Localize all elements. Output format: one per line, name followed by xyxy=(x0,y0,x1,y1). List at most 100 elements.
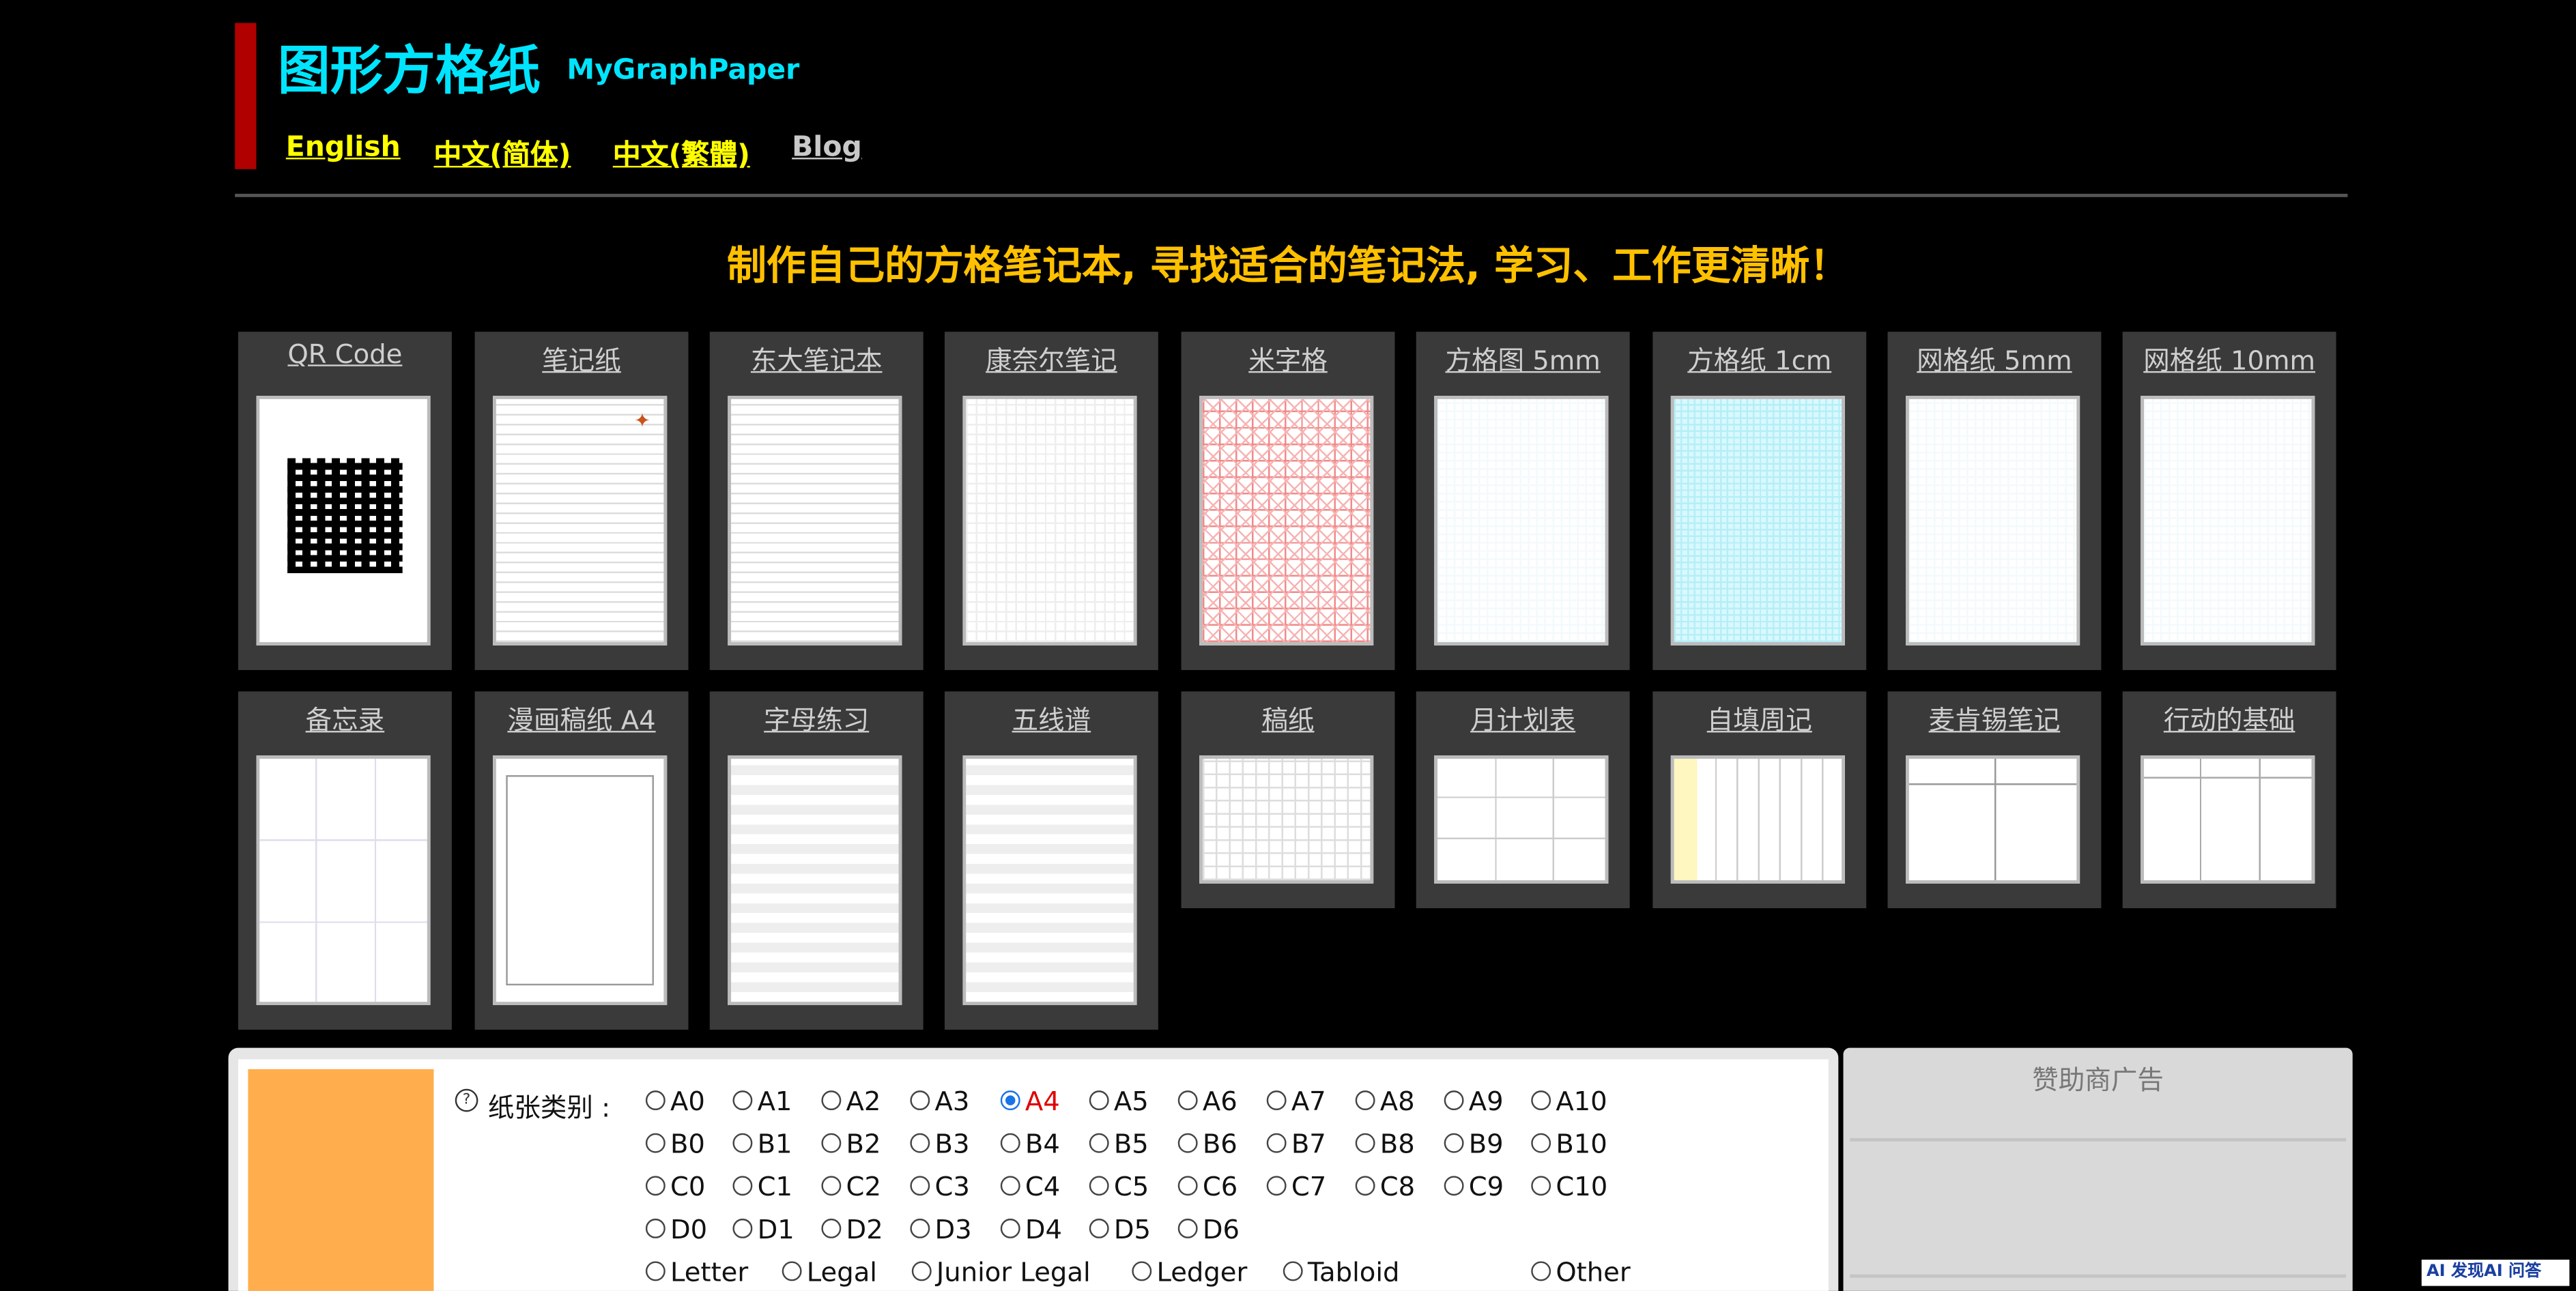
paper-size-option[interactable]: D2 xyxy=(821,1214,883,1245)
template-thumbnail[interactable] xyxy=(1670,755,1845,884)
paper-size-option[interactable]: A2 xyxy=(821,1086,881,1117)
site-subtitle[interactable]: MyGraphPaper xyxy=(567,54,799,87)
template-card[interactable]: 自填周记 xyxy=(1652,691,1867,909)
paper-size-option[interactable]: A6 xyxy=(1177,1086,1237,1117)
radio-button[interactable] xyxy=(1531,1089,1551,1109)
template-thumbnail[interactable] xyxy=(1434,755,1609,884)
template-thumbnail[interactable] xyxy=(1434,396,1609,646)
paper-size-option[interactable]: C0 xyxy=(645,1171,705,1202)
template-card[interactable]: 备忘录 xyxy=(238,691,452,1030)
template-card-label[interactable]: 网格纸 10mm xyxy=(2123,338,2336,378)
radio-button[interactable] xyxy=(732,1089,753,1109)
template-card-label[interactable]: 稿纸 xyxy=(1182,698,1395,738)
template-card[interactable]: 康奈尔笔记 xyxy=(944,332,1158,671)
template-thumbnail[interactable] xyxy=(2141,755,2315,884)
template-card[interactable]: 米字格 xyxy=(1181,332,1395,671)
nav-english[interactable]: English xyxy=(286,132,401,164)
template-card-label[interactable]: 月计划表 xyxy=(1416,698,1630,738)
radio-button[interactable] xyxy=(821,1217,842,1238)
radio-button[interactable] xyxy=(1444,1132,1464,1152)
radio-button[interactable] xyxy=(1283,1260,1303,1281)
radio-button[interactable] xyxy=(910,1132,930,1152)
question-circle-icon[interactable]: ? xyxy=(455,1088,478,1112)
paper-size-option[interactable]: B4 xyxy=(1000,1129,1060,1159)
radio-button[interactable] xyxy=(645,1089,666,1109)
paper-size-option[interactable]: A3 xyxy=(910,1086,969,1117)
radio-button[interactable] xyxy=(910,1175,930,1195)
paper-size-option[interactable]: C9 xyxy=(1444,1171,1504,1202)
radio-button[interactable] xyxy=(910,1089,930,1109)
radio-button[interactable] xyxy=(1089,1217,1109,1238)
template-card[interactable]: 网格纸 10mm xyxy=(2122,332,2336,671)
radio-button[interactable] xyxy=(1531,1132,1551,1152)
paper-size-option[interactable]: C6 xyxy=(1177,1171,1237,1202)
template-card[interactable]: 行动的基础 xyxy=(2122,691,2336,909)
paper-size-option[interactable]: B1 xyxy=(732,1129,792,1159)
paper-size-option[interactable]: D5 xyxy=(1089,1214,1151,1245)
radio-button[interactable] xyxy=(911,1260,932,1281)
radio-button[interactable] xyxy=(1266,1089,1287,1109)
template-card-label[interactable]: 备忘录 xyxy=(238,698,452,738)
template-card-label[interactable]: 五线谱 xyxy=(945,698,1158,738)
template-thumbnail[interactable] xyxy=(1199,396,1374,646)
template-card[interactable]: 方格纸 1cm xyxy=(1652,332,1867,671)
template-thumbnail[interactable] xyxy=(962,396,1137,646)
radio-button[interactable] xyxy=(1531,1260,1551,1281)
paper-size-option[interactable]: D3 xyxy=(910,1214,972,1245)
template-thumbnail[interactable] xyxy=(1670,396,1845,646)
radio-button[interactable] xyxy=(1089,1089,1109,1109)
template-card[interactable]: 漫画稿纸 A4 xyxy=(474,691,689,1030)
template-thumbnail[interactable] xyxy=(2141,396,2315,646)
template-card[interactable]: 月计划表 xyxy=(1416,691,1630,909)
template-card-label[interactable]: 字母练习 xyxy=(710,698,924,738)
radio-button[interactable] xyxy=(1000,1217,1020,1238)
paper-size-option[interactable]: C5 xyxy=(1089,1171,1149,1202)
template-card-label[interactable]: 东大笔记本 xyxy=(710,338,924,378)
paper-size-option[interactable]: A10 xyxy=(1531,1086,1607,1117)
radio-button[interactable] xyxy=(821,1175,842,1195)
paper-size-option[interactable]: Ledger xyxy=(1132,1256,1247,1288)
template-card-label[interactable]: 网格纸 5mm xyxy=(1888,338,2102,378)
radio-button[interactable] xyxy=(1000,1175,1020,1195)
radio-button[interactable] xyxy=(821,1132,842,1152)
paper-size-option[interactable]: B5 xyxy=(1089,1129,1149,1159)
radio-button[interactable] xyxy=(1355,1132,1375,1152)
template-thumbnail[interactable]: ✦ xyxy=(493,396,668,646)
paper-size-option[interactable]: A9 xyxy=(1444,1086,1504,1117)
paper-size-option[interactable]: A5 xyxy=(1089,1086,1149,1117)
template-card[interactable]: QR Code xyxy=(238,332,452,671)
radio-button[interactable] xyxy=(1089,1175,1109,1195)
radio-button[interactable] xyxy=(1266,1132,1287,1152)
paper-size-option[interactable]: A4 xyxy=(1000,1086,1060,1117)
radio-button[interactable] xyxy=(910,1217,930,1238)
paper-size-option[interactable]: B9 xyxy=(1444,1129,1504,1159)
template-card-label[interactable]: QR Code xyxy=(238,338,452,370)
paper-size-option[interactable]: Other xyxy=(1531,1256,1631,1288)
paper-size-option[interactable]: D1 xyxy=(732,1214,795,1245)
radio-button[interactable] xyxy=(1177,1132,1198,1152)
radio-button[interactable] xyxy=(732,1132,753,1152)
template-thumbnail[interactable] xyxy=(256,396,431,646)
paper-size-option[interactable]: C4 xyxy=(1000,1171,1060,1202)
template-card[interactable]: 网格纸 5mm xyxy=(1887,332,2102,671)
paper-size-option[interactable]: Junior Legal xyxy=(911,1256,1091,1288)
template-thumbnail[interactable] xyxy=(1905,396,2080,646)
paper-size-option[interactable]: B6 xyxy=(1177,1129,1237,1159)
template-thumbnail[interactable] xyxy=(962,755,1137,1006)
radio-button[interactable] xyxy=(1177,1089,1198,1109)
template-card-label[interactable]: 笔记纸 xyxy=(475,338,689,378)
template-thumbnail[interactable] xyxy=(1905,755,2080,884)
paper-size-option[interactable]: B7 xyxy=(1266,1129,1326,1159)
radio-button[interactable] xyxy=(1444,1089,1464,1109)
radio-button[interactable] xyxy=(1177,1217,1198,1238)
ai-badge[interactable]: AI 发现AI 问答 xyxy=(2421,1260,2570,1286)
radio-button[interactable] xyxy=(1089,1132,1109,1152)
template-thumbnail[interactable] xyxy=(256,755,431,1006)
template-card-label[interactable]: 行动的基础 xyxy=(2123,698,2336,738)
paper-size-option[interactable]: Letter xyxy=(645,1256,748,1288)
template-thumbnail[interactable] xyxy=(493,755,668,1006)
paper-size-option[interactable]: A8 xyxy=(1355,1086,1415,1117)
template-card-label[interactable]: 方格纸 1cm xyxy=(1652,338,1866,378)
radio-button[interactable] xyxy=(1266,1175,1287,1195)
radio-button[interactable] xyxy=(645,1175,666,1195)
